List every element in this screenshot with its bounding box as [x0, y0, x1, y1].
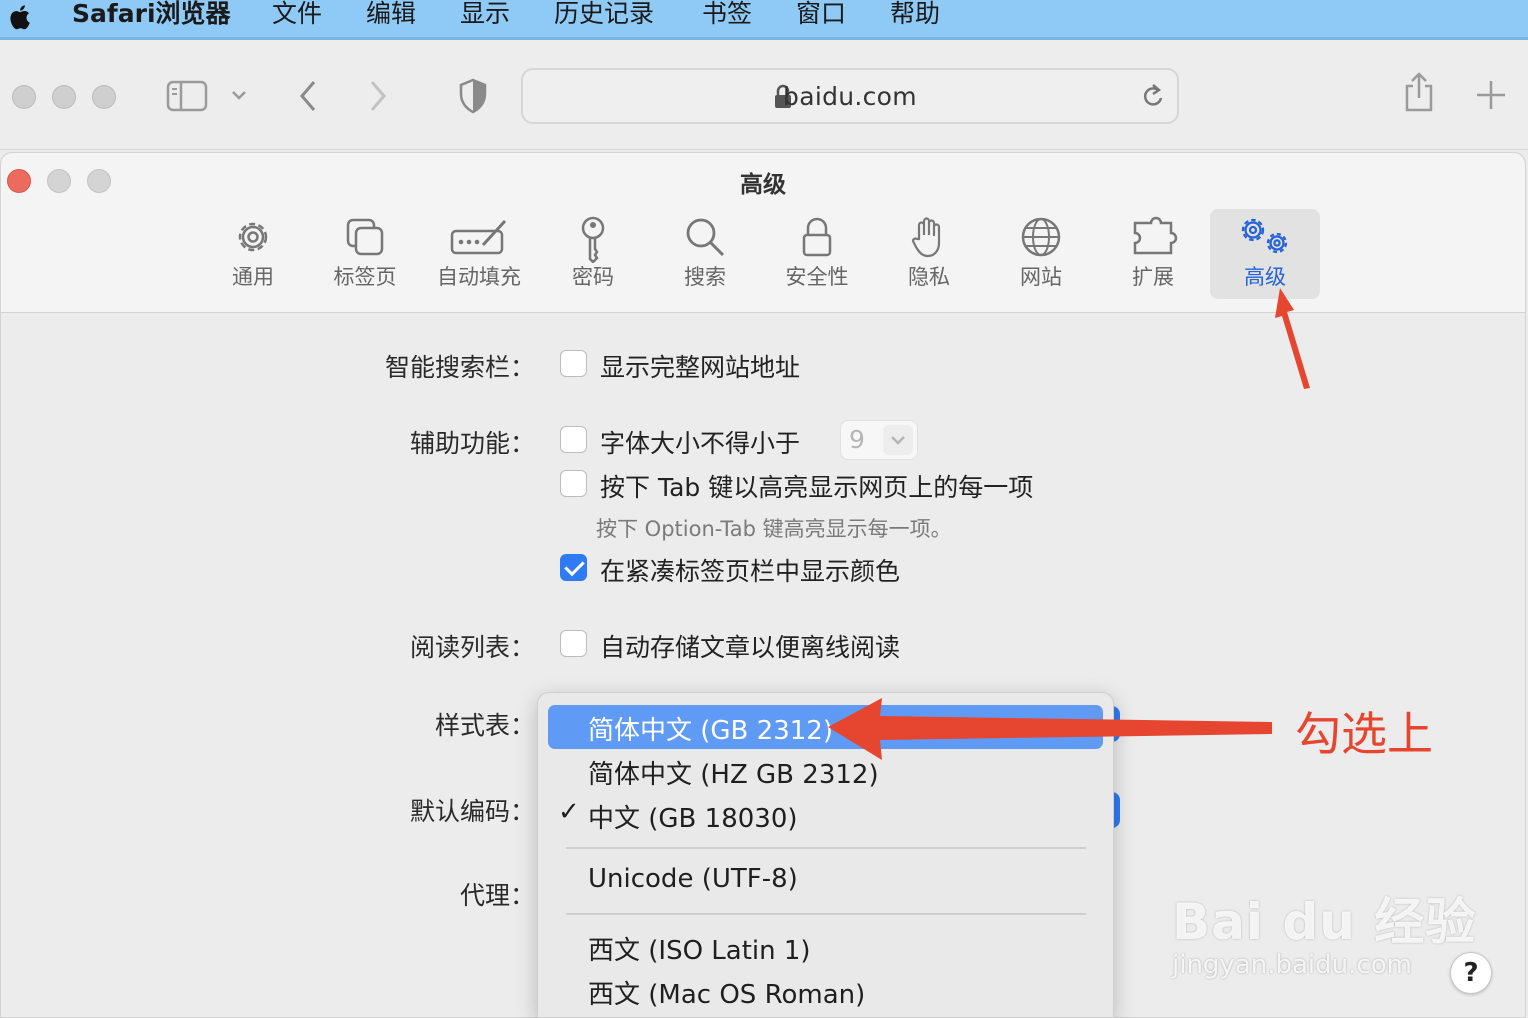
tab-label: 通用 [232, 265, 274, 289]
tab-search[interactable]: 搜索 [650, 209, 760, 299]
key-icon [581, 216, 605, 263]
encoding-option-label: 西文 (Mac OS Roman) [588, 980, 866, 1010]
help-button[interactable]: ? [1450, 952, 1492, 994]
menu-window[interactable]: 窗口 [796, 0, 846, 32]
baidu-watermark-url: jingyan.baidu.com [1172, 950, 1412, 980]
tab-label: 网站 [1020, 265, 1062, 289]
tab-highlight-checkbox[interactable] [560, 470, 587, 497]
tab-privacy[interactable]: 隐私 [874, 209, 984, 299]
encoding-option-label: 简体中文 (GB 2312) [588, 716, 833, 746]
default-encoding-label: 默认编码： [409, 797, 535, 826]
accessibility-label: 辅助功能： [409, 429, 535, 458]
save-offline-label: 自动存储文章以便离线阅读 [600, 633, 901, 662]
tab-extensions[interactable]: 扩展 [1098, 209, 1208, 299]
menu-edit[interactable]: 编辑 [366, 0, 416, 32]
browser-toolbar: baidu.com [0, 40, 1528, 150]
min-font-size-label: 字体大小不得小于 [600, 429, 801, 458]
forward-icon[interactable] [366, 78, 390, 114]
encoding-option-iso-latin1[interactable]: 西文 (ISO Latin 1) [548, 925, 1103, 969]
menu-bar: Safari浏览器 文件 编辑 显示 历史记录 书签 窗口 帮助 [0, 0, 1528, 40]
min-font-size-select[interactable]: 9 [840, 420, 918, 460]
globe-icon [1021, 217, 1061, 257]
url-text: baidu.com [783, 82, 917, 111]
show-full-address-checkbox[interactable] [560, 350, 587, 377]
checkmark-icon: ✓ [558, 797, 580, 827]
lock-icon [802, 217, 832, 257]
privacy-shield-icon[interactable] [458, 78, 488, 114]
encoding-option-label: 西文 (ISO Latin 1) [588, 936, 811, 966]
tab-security[interactable]: 安全性 [762, 209, 872, 299]
tab-label: 隐私 [908, 265, 950, 289]
save-offline-checkbox[interactable] [560, 630, 587, 657]
search-icon [686, 218, 725, 257]
tab-highlight-label: 按下 Tab 键以高亮显示网页上的每一项 [600, 473, 1034, 502]
tab-label: 搜索 [684, 265, 726, 289]
chevron-down-icon [883, 425, 913, 455]
tab-advanced[interactable]: 高级 [1210, 209, 1320, 299]
hand-icon [911, 217, 941, 258]
encoding-option-label: 中文 (GB 18030) [588, 804, 798, 834]
gears-icon [1241, 218, 1288, 254]
gear-icon [238, 222, 268, 252]
menu-file[interactable]: 文件 [272, 0, 322, 32]
encoding-option-gb18030[interactable]: ✓ 中文 (GB 18030) [548, 793, 1103, 837]
compact-tab-color-checkbox[interactable] [560, 554, 587, 581]
browser-close-button[interactable] [12, 85, 36, 109]
browser-minimize-button[interactable] [52, 85, 76, 109]
tab-passwords[interactable]: 密码 [538, 209, 648, 299]
new-tab-plus-icon[interactable] [1474, 78, 1508, 112]
browser-zoom-button[interactable] [92, 85, 116, 109]
encoding-option-gb2312[interactable]: 简体中文 (GB 2312) [548, 705, 1103, 749]
reading-list-label: 阅读列表： [409, 633, 535, 662]
encoding-option-utf8[interactable]: Unicode (UTF-8) [548, 859, 1103, 903]
tab-websites[interactable]: 网站 [986, 209, 1096, 299]
menu-separator [566, 913, 1086, 915]
sidebar-icon[interactable] [166, 80, 208, 112]
menu-separator [566, 847, 1086, 849]
baidu-watermark-logo: Bai du 经验 [1172, 893, 1477, 951]
tab-label: 自动填充 [437, 265, 521, 289]
min-font-size-checkbox[interactable] [560, 426, 587, 453]
menu-history[interactable]: 历史记录 [554, 0, 654, 32]
min-font-size-value: 9 [849, 425, 865, 454]
tab-label: 高级 [1244, 265, 1286, 289]
encoding-option-hz-gb2312[interactable]: 简体中文 (HZ GB 2312) [548, 749, 1103, 793]
encoding-dropdown-menu: 简体中文 (GB 2312) 简体中文 (HZ GB 2312) ✓ 中文 (G… [537, 692, 1114, 1018]
tab-label: 标签页 [333, 265, 397, 289]
encoding-option-mac-roman[interactable]: 西文 (Mac OS Roman) [548, 969, 1103, 1013]
annotation-label: 勾选上 [1295, 707, 1433, 761]
proxy-label: 代理： [459, 881, 535, 910]
puzzle-icon [1133, 216, 1178, 255]
window-title: 高级 [740, 172, 786, 198]
menu-bookmarks[interactable]: 书签 [702, 0, 752, 32]
reload-icon[interactable] [1139, 82, 1167, 112]
tab-label: 密码 [572, 265, 614, 289]
tab-label: 安全性 [785, 265, 849, 289]
back-icon[interactable] [296, 78, 320, 114]
menu-view[interactable]: 显示 [460, 0, 510, 32]
encoding-option-label: Unicode (UTF-8) [588, 864, 798, 894]
address-bar[interactable]: baidu.com [521, 68, 1179, 124]
tab-label: 扩展 [1132, 265, 1174, 289]
tab-highlight-hint: 按下 Option-Tab 键高亮显示每一项。 [596, 517, 952, 541]
tab-autofill[interactable]: 自动填充 [424, 209, 534, 299]
menu-help[interactable]: 帮助 [890, 0, 940, 32]
chevron-down-icon[interactable] [230, 88, 248, 102]
autofill-icon [450, 219, 507, 255]
apple-logo-icon[interactable] [6, 2, 36, 32]
share-icon[interactable] [1402, 70, 1436, 114]
show-full-address-label: 显示完整网站地址 [600, 353, 801, 382]
encoding-option-label: 简体中文 (HZ GB 2312) [588, 760, 879, 790]
tab-tabs[interactable]: 标签页 [310, 209, 420, 299]
stylesheet-label: 样式表： [434, 711, 535, 740]
menu-app-name[interactable]: Safari浏览器 [72, 0, 231, 32]
tab-general[interactable]: 通用 [198, 209, 308, 299]
preferences-tab-bar: 高级 通用 标签页 自动填充 密码 搜索 安全性 隐私 网站 扩展 高级 [1, 153, 1525, 313]
compact-tab-color-label: 在紧凑标签页栏中显示颜色 [600, 557, 901, 586]
tabs-icon [346, 218, 384, 256]
smart-search-label: 智能搜索栏： [384, 353, 535, 382]
